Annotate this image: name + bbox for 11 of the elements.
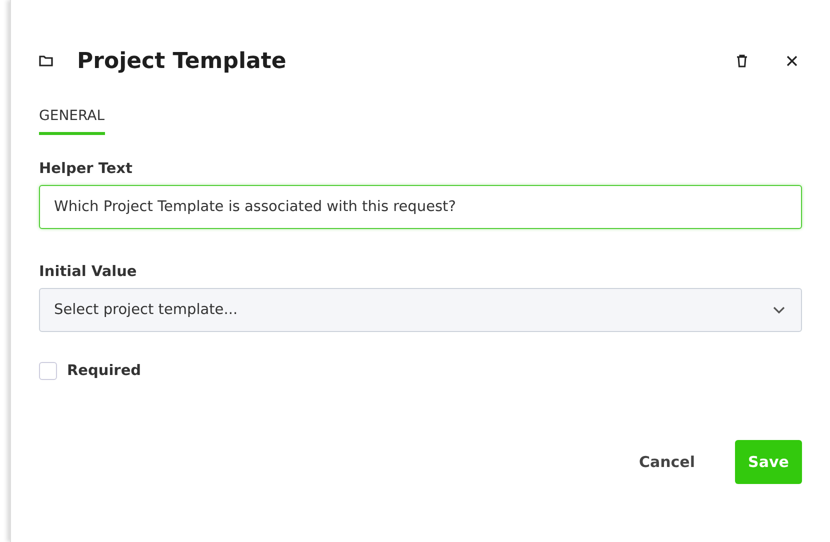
field-label: Helper Text [39, 161, 134, 177]
folder-icon [39, 55, 53, 67]
field-label: Initial Value [39, 264, 138, 280]
cancel-button[interactable]: Cancel [622, 440, 711, 484]
checkbox[interactable] [39, 362, 57, 380]
input-field[interactable]: Which Project Template is associated with this request? [39, 185, 802, 229]
checkbox-label: Required [67, 363, 142, 379]
dialog-title: Project Template [77, 48, 286, 74]
select-dropdown[interactable]: Select project template... [39, 288, 802, 332]
chevron-down-icon [773, 306, 785, 314]
tab[interactable]: GENERAL [39, 108, 105, 135]
